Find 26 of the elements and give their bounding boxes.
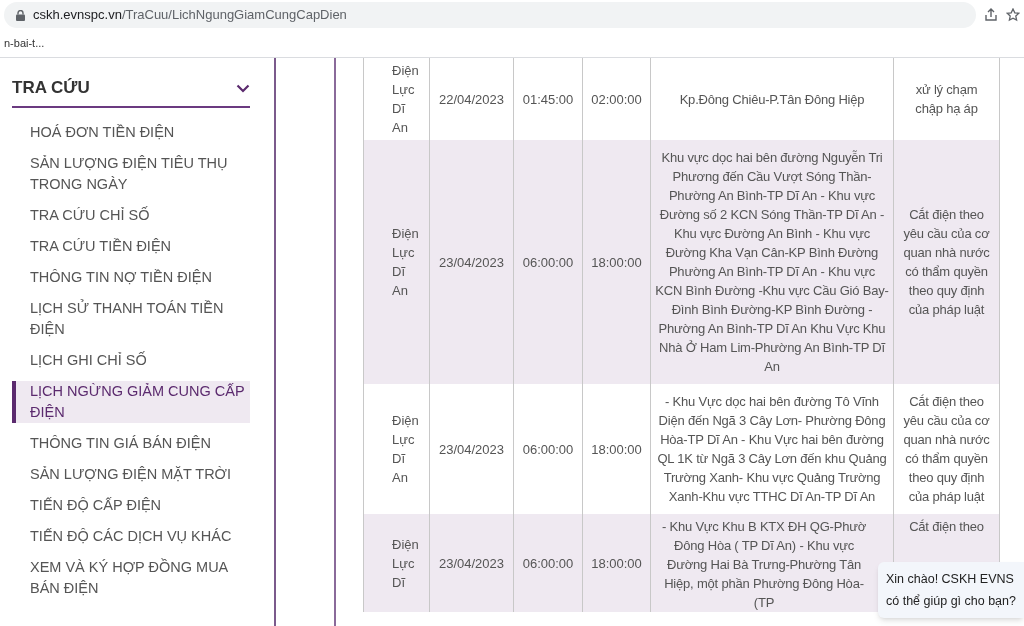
- sidebar-title: TRA CỨU: [12, 77, 90, 100]
- sidebar-item[interactable]: TRA CỨU TIỀN ĐIỆN: [12, 236, 250, 257]
- sidebar-item[interactable]: SẢN LƯỢNG ĐIỆN TIÊU THỤ TRONG NGÀY: [12, 153, 250, 195]
- sidebar-item[interactable]: XEM VÀ KÝ HỢP ĐỒNG MUA BÁN ĐIỆN: [12, 557, 250, 599]
- bookmark-item[interactable]: n-bai-t...: [4, 35, 45, 52]
- share-icon[interactable]: [984, 8, 998, 22]
- sidebar-item[interactable]: LỊCH NGỪNG GIẢM CUNG CẤP ĐIỆN: [12, 381, 250, 423]
- star-icon[interactable]: [1006, 8, 1020, 22]
- sidebar-item[interactable]: TIẾN ĐỘ CÁC DỊCH VỤ KHÁC: [12, 526, 250, 547]
- sidebar-item[interactable]: THÔNG TIN NỢ TIỀN ĐIỆN: [12, 267, 250, 288]
- chevron-down-icon[interactable]: [236, 83, 250, 93]
- sidebar-item[interactable]: LỊCH GHI CHỈ SỐ: [12, 350, 250, 371]
- lock-icon: [16, 9, 25, 21]
- url-text: cskh.evnspc.vn/TraCuu/LichNgungGiamCungCapDien: [33, 6, 347, 25]
- sidebar-item[interactable]: TIẾN ĐỘ CẤP ĐIỆN: [12, 495, 250, 516]
- date-cell: 23/04/2023: [429, 514, 514, 612]
- start-time-cell: 06:00:00: [513, 514, 583, 612]
- sidebar-item[interactable]: HOÁ ĐƠN TIỀN ĐIỆN: [12, 122, 250, 143]
- address-bar[interactable]: cskh.evnspc.vn/TraCuu/LichNgungGiamCungCapDien: [4, 2, 976, 28]
- sidebar-item[interactable]: TRA CỨU CHỈ SỐ: [12, 205, 250, 226]
- sidebar-item[interactable]: SẢN LƯỢNG ĐIỆN MẶT TRỜI: [12, 464, 250, 485]
- chat-bubble[interactable]: Xin chào! CSKH EVNS có thể giúp gì cho bạn?: [878, 562, 1024, 618]
- sidebar-item[interactable]: THÔNG TIN GIÁ BÁN ĐIỆN: [12, 433, 250, 454]
- end-time-cell: 18:00:00: [582, 514, 651, 612]
- sidebar-item[interactable]: LỊCH SỬ THANH TOÁN TIỀN ĐIỆN: [12, 298, 250, 340]
- unit-cell: Điện Lực Dĩ: [363, 514, 430, 612]
